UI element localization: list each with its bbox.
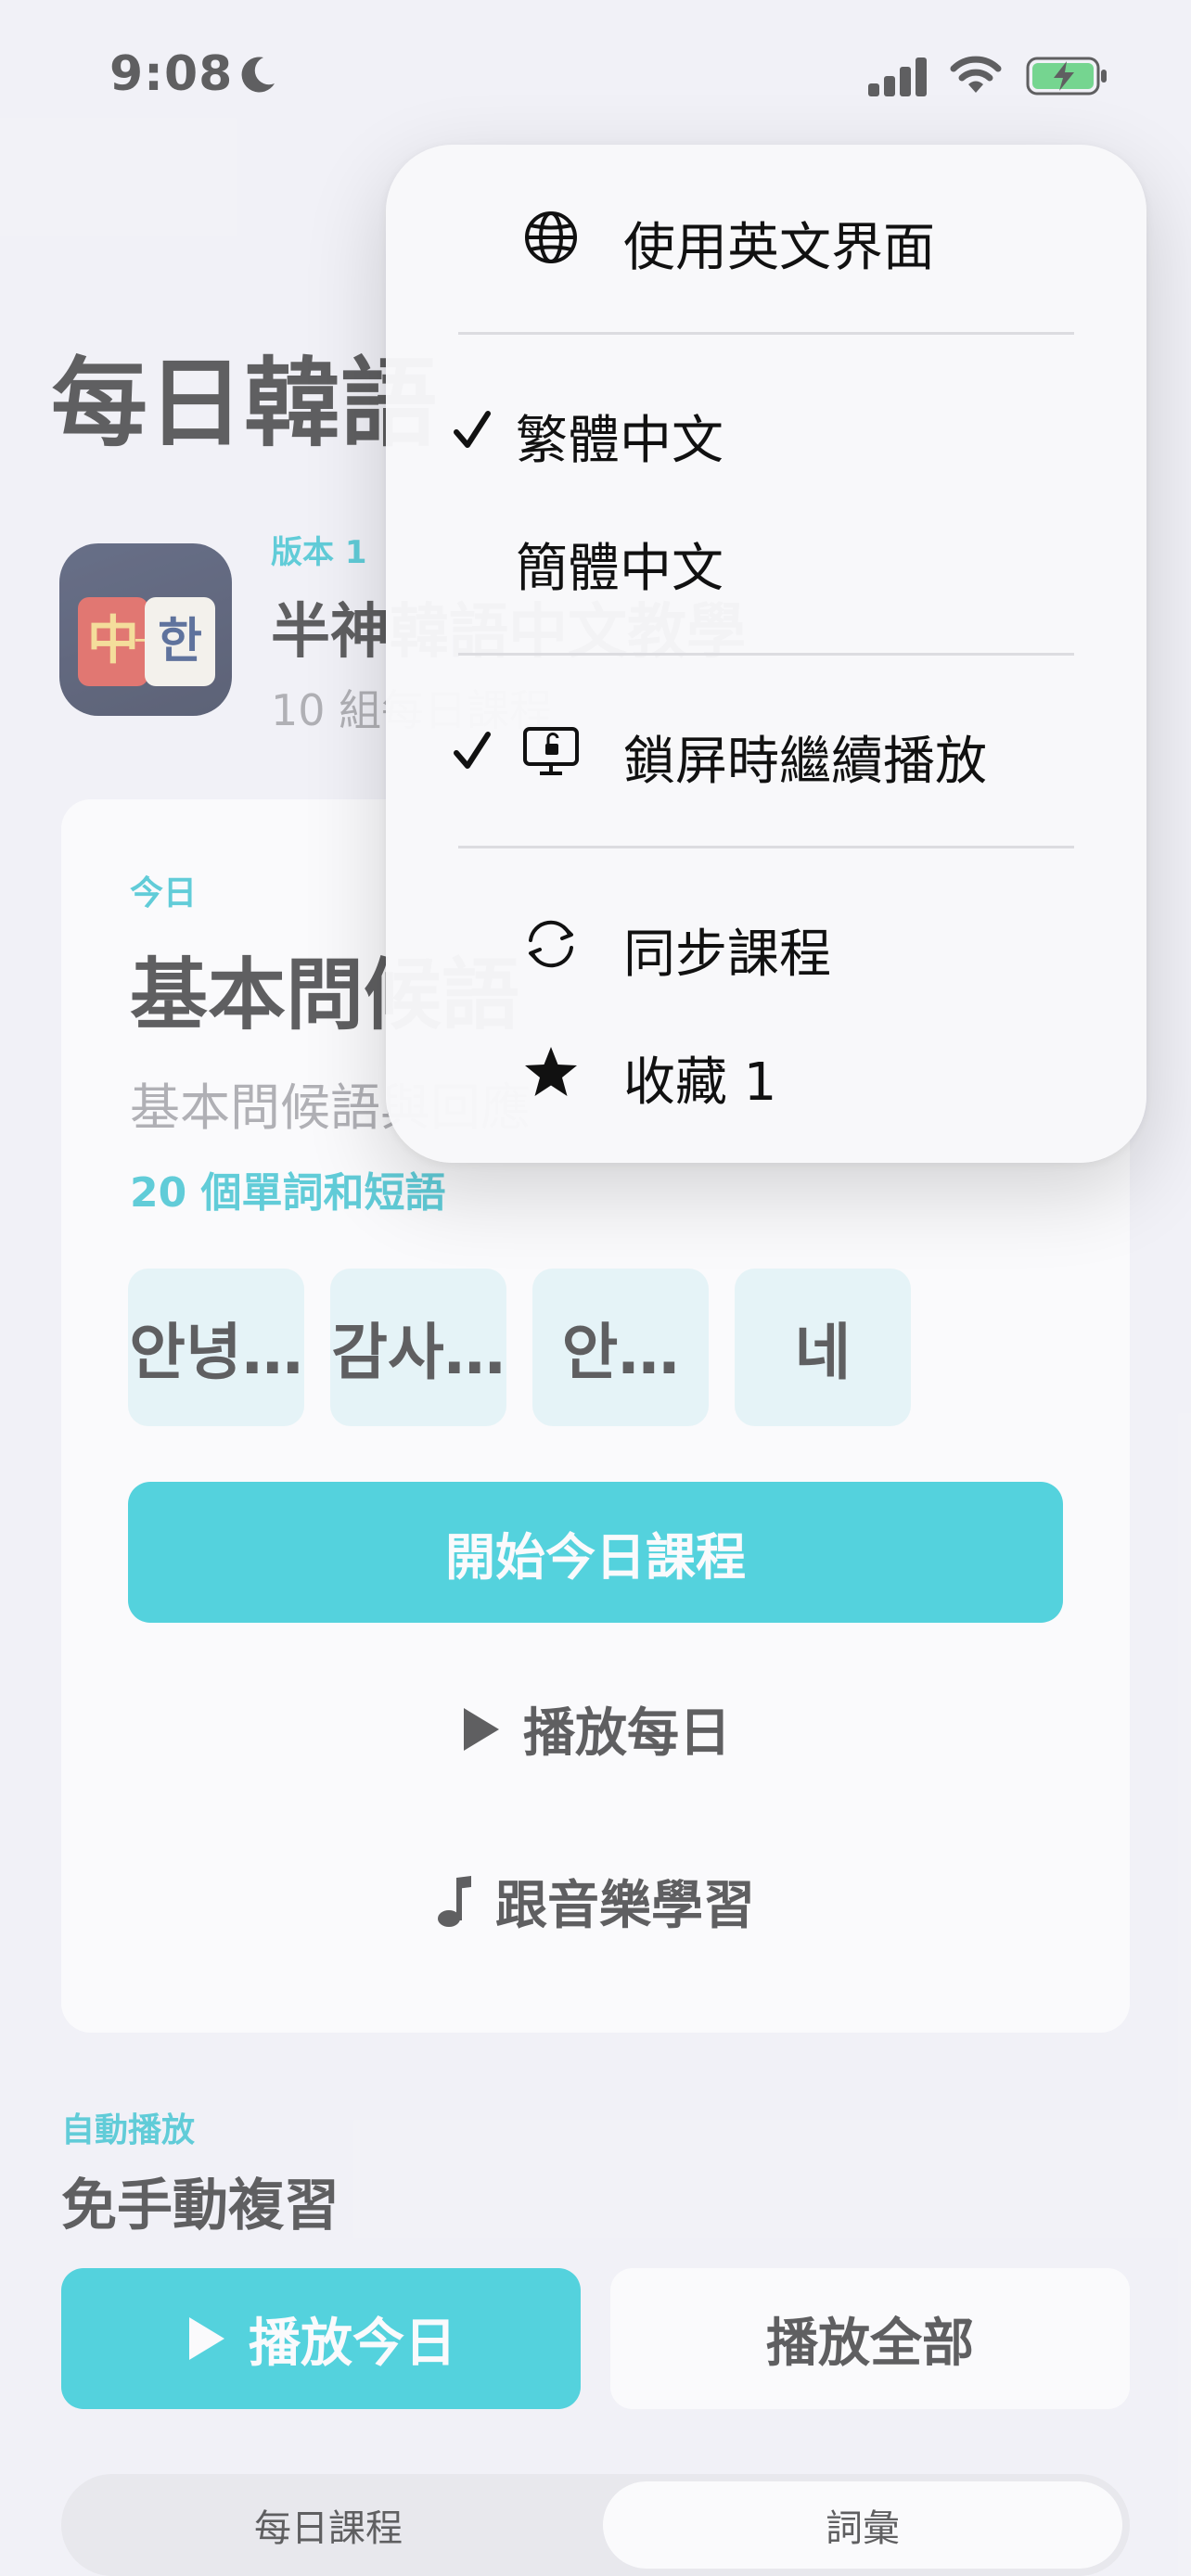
globe-icon — [525, 211, 577, 263]
menu-item-traditional-chinese[interactable]: 繁體中文 — [386, 375, 1146, 486]
menu-label-favorites: 收藏 1 — [623, 1052, 777, 1113]
checkmark-icon — [454, 411, 491, 448]
menu-label-sync-courses: 同步課程 — [623, 925, 831, 985]
menu-item-lock-screen-playback[interactable]: 鎖屏時繼續播放 — [386, 695, 1146, 807]
menu-label-traditional-chinese: 繁體中文 — [516, 411, 724, 471]
star-icon — [525, 1047, 577, 1096]
checkmark-icon — [454, 732, 491, 769]
menu-divider — [458, 846, 1074, 848]
lock-screen-icon — [523, 727, 579, 775]
sync-icon — [529, 920, 573, 968]
context-menu: 使用英文界面 繁體中文 簡體中文 鎖屏時繼續播放 同步課程 收藏 1 — [386, 145, 1146, 1163]
menu-label-english-ui: 使用英文界面 — [623, 218, 935, 278]
menu-label-lock-screen-playback: 鎖屏時繼續播放 — [623, 732, 987, 792]
menu-divider — [458, 653, 1074, 656]
menu-item-simplified-chinese[interactable]: 簡體中文 — [386, 503, 1146, 614]
menu-item-english-ui[interactable]: 使用英文界面 — [386, 182, 1146, 293]
menu-label-simplified-chinese: 簡體中文 — [516, 539, 724, 599]
menu-divider — [458, 332, 1074, 335]
menu-item-sync-courses[interactable]: 同步課程 — [386, 888, 1146, 1000]
menu-item-favorites[interactable]: 收藏 1 — [386, 1016, 1146, 1128]
